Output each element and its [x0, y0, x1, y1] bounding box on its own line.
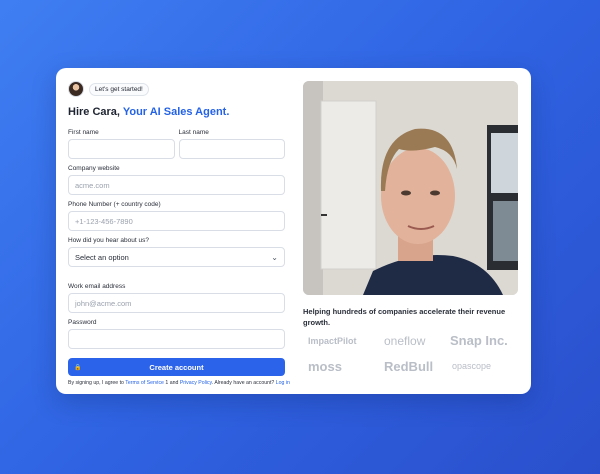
referral-selected-value: Select an option	[75, 252, 129, 262]
password-field[interactable]	[68, 329, 285, 349]
signup-card: Let's get started! Hire Cara, Your AI Sa…	[56, 68, 531, 394]
last-name-label: Last name	[178, 129, 209, 136]
opascope-logo: opascope	[452, 361, 492, 371]
agent-video[interactable]	[303, 81, 518, 295]
lets-get-started-badge: Let's get started!	[89, 82, 149, 96]
lock-icon: 🔒	[74, 364, 82, 371]
moss-logo: moss	[308, 359, 342, 374]
avatar	[68, 81, 84, 97]
agent-portrait	[303, 81, 518, 295]
referral-select[interactable]: Select an option ⌄	[68, 247, 285, 267]
company-website-label: Company website	[68, 165, 120, 172]
oneflow-logo: oneflow	[384, 334, 426, 348]
login-link[interactable]: Log in	[276, 380, 290, 386]
page-title: Hire Cara, Your AI Sales Agent.	[68, 106, 285, 120]
email-field[interactable]: john@acme.com	[68, 293, 285, 313]
referral-label: How did you hear about us?	[68, 237, 149, 244]
first-name-label: First name	[68, 129, 99, 136]
terms-of-service-link[interactable]: Terms of Service	[125, 380, 164, 386]
impactpilot-logo: ImpactPilot	[308, 336, 357, 346]
redbull-logo: RedBull	[384, 359, 434, 374]
email-label: Work email address	[68, 283, 126, 290]
terms-middle: 1 and	[163, 380, 180, 386]
greeting-row: Let's get started!	[68, 80, 285, 98]
signup-form: Let's get started! Hire Cara, Your AI Sa…	[68, 80, 290, 386]
headline-prefix: Hire Cara,	[68, 106, 123, 118]
snap-inc-logo: Snap Inc.	[450, 333, 508, 348]
password-label: Password	[68, 319, 97, 326]
create-account-label: Create account	[149, 362, 204, 372]
social-proof-caption: Helping hundreds of companies accelerate…	[303, 307, 506, 327]
terms-prefix: By signing up, I agree to	[68, 380, 126, 386]
phone-field[interactable]: +1-123-456-7890	[68, 211, 285, 231]
privacy-policy-link[interactable]: Privacy Policy	[180, 380, 212, 386]
chevron-down-icon: ⌄	[271, 252, 278, 262]
terms-text: By signing up, I agree to Terms of Servi…	[68, 380, 290, 386]
headline-accent: Your AI Sales Agent.	[122, 106, 230, 118]
company-website-field[interactable]: acme.com	[68, 175, 285, 195]
first-name-field[interactable]	[68, 139, 175, 159]
create-account-button[interactable]: 🔒 Create account	[68, 358, 285, 376]
phone-label: Phone Number (+ country code)	[68, 201, 161, 208]
last-name-field[interactable]	[178, 139, 285, 159]
terms-suffix: . Already have an account?	[211, 380, 276, 386]
